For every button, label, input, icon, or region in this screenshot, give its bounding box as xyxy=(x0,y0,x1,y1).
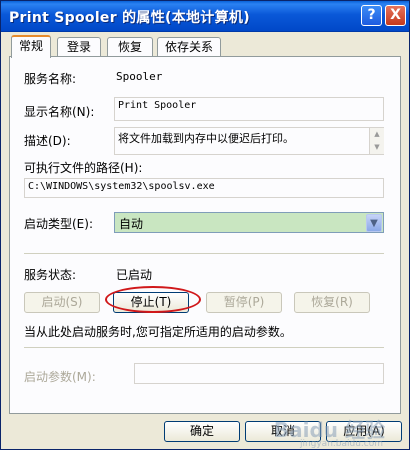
pause-button[interactable]: 暂停(P) xyxy=(206,292,282,313)
divider xyxy=(24,253,384,254)
start-params-hint: 当从此处启动服务时,您可指定所适用的启动参数。 xyxy=(24,325,292,339)
tab-general[interactable]: 常规 xyxy=(11,35,51,58)
properties-dialog: Print Spooler 的属性(本地计算机) ? X 常规 登录 恢复 依存… xyxy=(0,0,410,450)
display-name-label: 显示名称(N): xyxy=(24,105,95,119)
general-tab-panel: 服务名称: Spooler 显示名称(N): Print Spooler 描述(… xyxy=(9,56,401,414)
start-button[interactable]: 启动(S) xyxy=(24,292,100,313)
startup-type-value: 自动 xyxy=(119,217,144,231)
service-name-value: Spooler xyxy=(116,70,163,83)
service-status-value: 已启动 xyxy=(116,268,153,282)
description-scrollbar[interactable]: ▲ ▼ xyxy=(369,128,384,154)
divider xyxy=(24,347,384,348)
description-label: 描述(D): xyxy=(24,134,71,148)
scroll-up-icon[interactable]: ▲ xyxy=(370,128,384,140)
ok-button[interactable]: 确定 xyxy=(164,421,240,442)
button-label: 恢复(R) xyxy=(311,295,353,309)
watermark-url: jingyan.baidu.com xyxy=(299,439,383,449)
start-params-label: 启动参数(M): xyxy=(24,370,96,384)
tab-recovery[interactable]: 恢复 xyxy=(107,37,153,56)
tab-logon[interactable]: 登录 xyxy=(57,37,101,56)
exe-path-label: 可执行文件的路径(H): xyxy=(24,161,143,175)
tab-label: 依存关系 xyxy=(164,40,213,54)
service-name-label: 服务名称: xyxy=(24,72,77,86)
display-name-value: Print Spooler xyxy=(118,100,197,111)
close-button[interactable]: X xyxy=(385,5,406,26)
service-status-label: 服务状态: xyxy=(24,268,77,282)
start-params-input[interactable] xyxy=(134,363,384,384)
help-icon: ? xyxy=(367,7,376,23)
description-field[interactable]: 将文件加载到内存中以便迟后打印。 xyxy=(114,127,384,155)
startup-type-select[interactable]: 自动 ▼ xyxy=(114,212,384,233)
chevron-down-icon[interactable]: ▼ xyxy=(366,214,382,232)
window-title: Print Spooler 的属性(本地计算机) xyxy=(9,10,250,26)
startup-type-label: 启动类型(E): xyxy=(24,217,93,231)
button-label: 暂停(P) xyxy=(223,295,265,309)
highlight-ring xyxy=(105,286,201,313)
exe-path-field[interactable]: C:\WINDOWS\system32\spoolsv.exe xyxy=(24,178,384,198)
scroll-down-icon[interactable]: ▼ xyxy=(370,141,384,153)
close-icon: X xyxy=(390,7,401,23)
tab-label: 登录 xyxy=(66,40,91,54)
button-label: 启动(S) xyxy=(41,295,83,309)
display-name-field[interactable]: Print Spooler xyxy=(114,97,384,121)
title-bar[interactable]: Print Spooler 的属性(本地计算机) ? X xyxy=(1,1,409,32)
tab-dependencies[interactable]: 依存关系 xyxy=(157,37,221,56)
exe-path-value: C:\WINDOWS\system32\spoolsv.exe xyxy=(28,181,215,192)
resume-button[interactable]: 恢复(R) xyxy=(294,292,370,313)
description-value: 将文件加载到内存中以便迟后打印。 xyxy=(118,132,294,145)
button-label: 确定 xyxy=(189,424,214,438)
tab-label: 恢复 xyxy=(117,40,142,54)
tab-label: 常规 xyxy=(18,39,43,53)
help-button[interactable]: ? xyxy=(361,5,382,26)
